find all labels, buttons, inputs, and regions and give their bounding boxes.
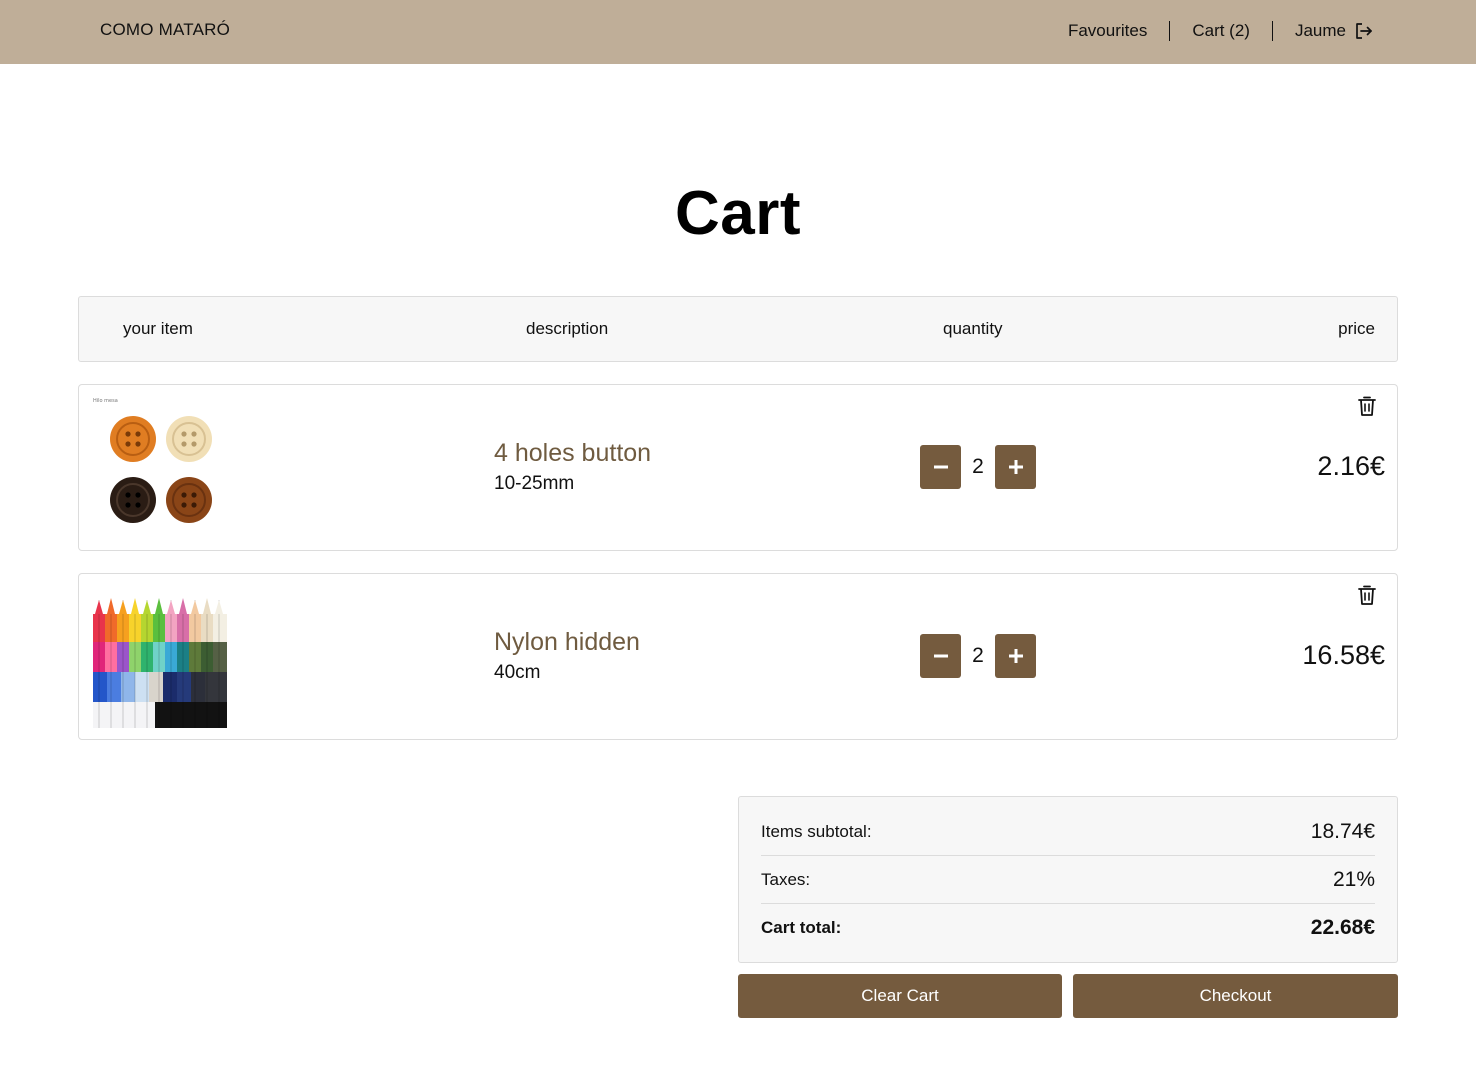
nav-links: Favourites Cart (2) Jaume xyxy=(1068,18,1374,44)
taxes-value: 21% xyxy=(1332,867,1375,891)
quantity-stepper: 2 xyxy=(920,634,1036,678)
logout-icon[interactable] xyxy=(1354,21,1374,41)
header-your-item: your item xyxy=(123,319,193,338)
increase-quantity-button[interactable] xyxy=(995,634,1036,678)
trash-icon[interactable] xyxy=(1357,584,1377,606)
item-name-link[interactable]: 4 holes button xyxy=(494,437,651,469)
nav-divider xyxy=(1271,21,1273,41)
subtotal-value: 18.74€ xyxy=(1310,819,1375,843)
user-name: Jaume xyxy=(1294,21,1346,40)
increase-quantity-button[interactable] xyxy=(995,445,1036,489)
favourites-link[interactable]: Favourites xyxy=(1068,18,1147,44)
quantity-value: 2 xyxy=(972,644,984,667)
page-title: Cart xyxy=(674,179,802,248)
item-description: Nylon hidden 40cm xyxy=(494,626,640,688)
item-price: 16.58€ xyxy=(1302,640,1385,670)
item-size: 10-25mm xyxy=(494,473,575,494)
brand-logo[interactable]: COMO MATARÓ xyxy=(100,20,230,40)
total-value: 22.68€ xyxy=(1310,916,1375,939)
trash-icon[interactable] xyxy=(1357,395,1377,417)
cart-item-row: Nylon hidden 40cm 2 16.58€ xyxy=(78,573,1398,740)
taxes-line: Taxes: 21% xyxy=(761,856,1375,904)
minus-icon xyxy=(933,654,948,658)
order-summary: Items subtotal: 18.74€ Taxes: 21% Cart t… xyxy=(738,796,1398,963)
quantity-stepper: 2 xyxy=(920,445,1036,489)
quantity-value: 2 xyxy=(972,455,984,478)
header-description: description xyxy=(526,319,609,338)
decrease-quantity-button[interactable] xyxy=(920,634,961,678)
image-caption: Hilo mesa xyxy=(93,398,118,404)
plus-icon xyxy=(1008,649,1023,663)
buttons-image: Hilo mesa xyxy=(93,397,233,539)
item-price: 2.16€ xyxy=(1317,451,1385,481)
item-size: 40cm xyxy=(494,662,541,683)
cart-table-header: your item description quantity price xyxy=(78,296,1398,362)
header-price: price xyxy=(1338,319,1375,338)
decrease-quantity-button[interactable] xyxy=(920,445,961,489)
user-menu[interactable]: Jaume xyxy=(1295,18,1374,44)
cart-item-row: Hilo mesa 4 holes button 10-25mm 2 2.16€ xyxy=(78,384,1398,551)
taxes-label: Taxes: xyxy=(761,869,811,889)
checkout-button[interactable]: Checkout xyxy=(1073,974,1398,1018)
subtotal-label: Items subtotal: xyxy=(761,821,872,841)
nav-divider xyxy=(1169,21,1171,41)
plus-icon xyxy=(1008,460,1023,474)
item-name-link[interactable]: Nylon hidden xyxy=(494,626,640,658)
item-description: 4 holes button 10-25mm xyxy=(494,437,651,499)
header-quantity: quantity xyxy=(943,319,1003,338)
top-navbar: COMO MATARÓ Favourites Cart (2) Jaume xyxy=(0,0,1476,64)
subtotal-line: Items subtotal: 18.74€ xyxy=(761,808,1375,856)
total-label: Cart total: xyxy=(761,918,842,937)
clear-cart-button[interactable]: Clear Cart xyxy=(738,974,1062,1018)
total-line: Cart total: 22.68€ xyxy=(761,904,1375,952)
minus-icon xyxy=(933,465,948,469)
zippers-image xyxy=(93,586,233,728)
cart-link[interactable]: Cart (2) xyxy=(1192,18,1250,44)
